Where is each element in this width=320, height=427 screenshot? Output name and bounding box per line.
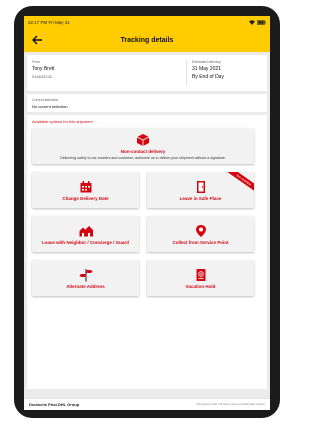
estimated-delivery: Estimated delivery 31 May 2021 By End of…: [186, 60, 262, 86]
app-bar: Tracking details: [24, 28, 270, 52]
vacation-hold-label: Vacation Hold: [185, 283, 216, 289]
leave-in-safe-place-label: Leave in Safe Place: [179, 195, 222, 201]
alternate-address-label: Alternate Address: [66, 283, 105, 289]
back-arrow-icon[interactable]: [30, 33, 44, 47]
status-time: 02:17 PM Fri May 31: [28, 19, 70, 25]
vacation-hold-button[interactable]: Vacation Hold: [147, 260, 254, 296]
footer-brand: Deutsche Post DHL Group: [29, 402, 80, 407]
screen: 02:17 PM Fri May 31 Tracking details Fro…: [24, 16, 270, 410]
leave-in-safe-place-button[interactable]: Not available Leave in Safe Place: [147, 172, 254, 208]
current-selection-value: No current selection: [32, 104, 68, 109]
change-delivery-date-button[interactable]: Change Delivery Date: [32, 172, 139, 208]
change-delivery-date-label: Change Delivery Date: [62, 195, 109, 201]
passport-icon: [196, 268, 205, 281]
signpost-icon: [79, 268, 92, 281]
collect-from-service-point-label: Collect from Service Point: [172, 239, 229, 245]
estimated-label: Estimated delivery: [192, 60, 221, 64]
status-bar: 02:17 PM Fri May 31: [24, 16, 270, 28]
page-title: Tracking details: [120, 36, 174, 44]
non-contact-delivery-button[interactable]: Non-contact delivery Delivering safely t…: [32, 128, 254, 164]
leave-with-neighbor-button[interactable]: Leave with Neighbor / Concierge / Guard: [32, 216, 139, 252]
recipient-number: 534634242: [32, 74, 53, 79]
houses-icon: [79, 225, 93, 236]
options-grid: Change Delivery Date Not available Leave…: [32, 172, 262, 296]
calendar-icon: [80, 180, 91, 192]
current-selection-card: Current selection No current selection: [27, 94, 267, 112]
not-available-ribbon: Not available: [225, 172, 254, 194]
collect-from-service-point-button[interactable]: Collect from Service Point: [147, 216, 254, 252]
wifi-icon: [249, 19, 255, 25]
non-contact-label: Non-contact delivery: [120, 148, 166, 154]
footer: Deutsche Post DHL Group DHL Express 2021…: [24, 398, 270, 410]
from-label: From: [32, 60, 41, 64]
tablet-device: 02:17 PM Fri May 31 Tracking details Fro…: [14, 6, 280, 418]
options-card: Available options for this shipment Non-…: [27, 115, 267, 389]
status-icons: [249, 19, 266, 25]
delivery-time: By End of Day: [192, 74, 224, 80]
battery-icon: [257, 19, 266, 25]
non-contact-desc: Delivering safely to our couriers and cu…: [60, 155, 226, 160]
recipient-card: From Tony Brett 534634242 Estimated deli…: [27, 55, 267, 91]
current-selection-label: Current selection: [32, 98, 59, 102]
package-icon: [136, 133, 150, 146]
alternate-address-button[interactable]: Alternate Address: [32, 260, 139, 296]
location-pin-icon: [195, 224, 206, 237]
footer-copyright: DHL Express 2021 | All rights reserved |…: [196, 403, 265, 406]
delivery-date: 31 May 2021: [192, 66, 221, 72]
recipient-name: Tony Brett: [32, 66, 55, 72]
door-icon: [196, 180, 205, 193]
options-header: Available options for this shipment: [32, 119, 93, 124]
leave-with-neighbor-label: Leave with Neighbor / Concierge / Guard: [42, 239, 129, 245]
recipient-info: From Tony Brett 534634242: [32, 60, 186, 86]
